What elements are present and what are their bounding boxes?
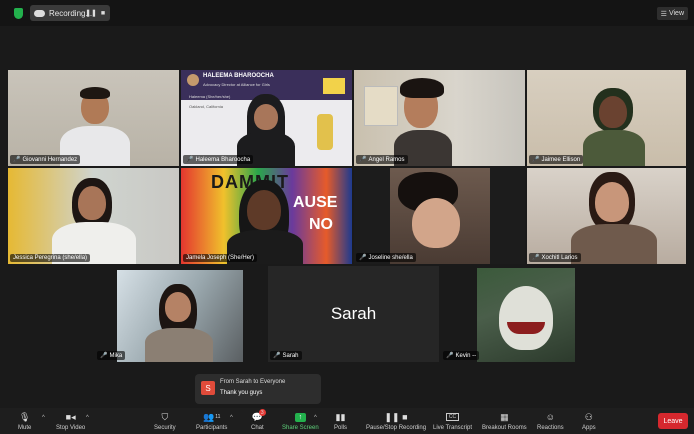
- meeting-top-bar: Recording... ❚❚ ■ ☰ View: [0, 0, 694, 26]
- chat-badge: 3: [258, 409, 266, 416]
- video-tile[interactable]: 🎤 Giovanni Hernandez: [8, 70, 179, 166]
- reactions-button[interactable]: ☺ Reactions: [537, 411, 564, 431]
- mic-muted-icon: 🎤: [273, 353, 281, 359]
- view-button[interactable]: ☰ View: [656, 7, 688, 20]
- share-options-chevron-icon[interactable]: ^: [314, 415, 317, 421]
- view-label: View: [668, 10, 684, 17]
- video-tile-active-speaker[interactable]: Jessica Peregrina (she/ella): [8, 168, 179, 264]
- mural-text: AUSE: [293, 194, 338, 211]
- mic-muted-icon: 🎤: [359, 157, 367, 163]
- leave-button[interactable]: Leave: [658, 413, 688, 429]
- mic-muted-icon: 🎤: [13, 157, 21, 163]
- participant-name: Kevin --: [455, 352, 477, 359]
- audio-options-chevron-icon[interactable]: ^: [42, 415, 45, 421]
- video-options-chevron-icon[interactable]: ^: [86, 415, 89, 421]
- participant-name-tag: 🎤 Haleema Bharoocha: [183, 155, 254, 164]
- mic-muted-icon: 🎤: [359, 255, 367, 261]
- chat-message: Thank you guys: [220, 390, 263, 396]
- meeting-toolbar: 🎙 Mute ^ ■◂ Stop Video ^ ⛉ Security 👥 11 …: [0, 408, 694, 434]
- participants-options-chevron-icon[interactable]: ^: [230, 415, 233, 421]
- participant-name: Giovanni Hernandez: [22, 156, 78, 163]
- participant-name: Sarah: [282, 352, 299, 359]
- participant-name: Jaimee Ellison: [541, 156, 581, 163]
- participant-name: Mika: [109, 352, 123, 359]
- avatar: [187, 74, 199, 86]
- chat-bubble-icon: 💬 3: [252, 409, 266, 423]
- video-tile[interactable]: DAMMIT AUSE NO Jamela Joseph (She/Her): [181, 168, 352, 264]
- live-transcript-button[interactable]: CC Live Transcript: [433, 411, 472, 431]
- stop-video-button[interactable]: ■◂ Stop Video: [56, 411, 85, 432]
- grid-icon: ▦: [500, 411, 509, 422]
- logo: [323, 78, 345, 94]
- video-tile[interactable]: 🎤 Jaimee Ellison: [527, 70, 686, 166]
- participant-name: Jamela Joseph (She/Her): [186, 255, 255, 261]
- smiley-icon: ☺: [545, 412, 555, 422]
- people-icon: 👥 11: [202, 411, 221, 422]
- apps-icon: ⚇: [584, 411, 593, 422]
- mic-muted-icon: 🎤: [186, 157, 194, 163]
- cloud-icon: [34, 9, 45, 17]
- participant-name: Angel Ramos: [368, 156, 405, 163]
- participant-name: Haleema Bharoocha: [195, 156, 251, 163]
- participant-name-tag: 🎤 Giovanni Hernandez: [10, 155, 81, 164]
- participant-name: Xochitl Larios: [541, 254, 578, 261]
- card-title: Advocacy Director at Alliance for Girls: [203, 82, 270, 87]
- video-tile[interactable]: 🎤 Mika: [95, 266, 266, 362]
- participant-name-tag: 🎤 Angel Ramos: [356, 155, 408, 164]
- participant-name-tag: 🎤 Xochitl Larios: [529, 253, 581, 262]
- card-pronouns: Haleema (She/her/she): [189, 94, 231, 99]
- share-screen-icon: ↑: [294, 412, 306, 422]
- video-camera-icon: ■◂: [65, 411, 76, 422]
- closed-caption-icon: CC: [445, 413, 460, 421]
- mic-muted-icon: 🎤: [446, 353, 454, 359]
- participant-name-tag: Jessica Peregrina (she/ella): [10, 254, 91, 262]
- participants-button[interactable]: 👥 11 Participants: [196, 411, 227, 432]
- participant-name-tag: Jamela Joseph (She/Her): [183, 254, 258, 262]
- card-name: HALEEMA BHAROOCHA: [203, 73, 274, 79]
- mic-muted-icon: 🎤: [100, 353, 108, 359]
- microphone-icon: 🎙: [18, 411, 31, 422]
- mute-button[interactable]: 🎙 Mute: [18, 411, 31, 432]
- chat-notification[interactable]: S From Sarah to Everyone Thank you guys: [195, 374, 321, 404]
- mic-muted-icon: 🎤: [532, 255, 540, 261]
- polls-button[interactable]: ▮▮ Polls: [334, 411, 347, 432]
- participants-count: 11: [215, 414, 221, 420]
- participant-name: Joseline she/ella: [368, 254, 413, 261]
- chat-sender: From Sarah to Everyone: [220, 379, 286, 385]
- apps-button[interactable]: ⚇ Apps: [582, 411, 596, 432]
- participant-name-tag: 🎤 Sarah: [270, 351, 302, 360]
- security-shield-icon[interactable]: [14, 8, 23, 19]
- avatar: S: [201, 381, 215, 395]
- shield-icon: ⛉: [161, 411, 169, 422]
- video-tile[interactable]: HALEEMA BHAROOCHA Advocacy Director at A…: [181, 70, 352, 166]
- video-tile[interactable]: 🎤 Angel Ramos: [354, 70, 525, 166]
- pause-stop-recording-button[interactable]: ❚❚ ■ Pause/Stop Recording: [366, 411, 426, 432]
- stop-recording-icon[interactable]: ■: [96, 5, 110, 21]
- video-tile[interactable]: 🎤 Joseline she/ella: [354, 168, 525, 264]
- video-tile[interactable]: 🎤 Kevin --: [441, 266, 612, 362]
- grid-icon: ☰: [660, 10, 667, 18]
- chat-button[interactable]: 💬 3 Chat: [251, 409, 266, 431]
- participant-name-tag: 🎤 Mika: [97, 351, 126, 360]
- participant-name-tag: 🎤 Jaimee Ellison: [529, 155, 584, 164]
- card-location: Oakland, California: [189, 104, 224, 109]
- pause-stop-icon: ❚❚ ■: [384, 411, 408, 422]
- participant-name-tag: 🎤 Kevin --: [443, 351, 480, 360]
- bar-chart-icon: ▮▮: [335, 411, 346, 422]
- video-tile[interactable]: 🎤 Xochitl Larios: [527, 168, 686, 264]
- participant-name-tag: 🎤 Joseline she/ella: [356, 253, 416, 262]
- illustration: [317, 114, 333, 150]
- participant-name: Jessica Peregrina (she/ella): [13, 255, 88, 261]
- participant-display-name: Sarah: [330, 304, 377, 323]
- breakout-rooms-button[interactable]: ▦ Breakout Rooms: [482, 411, 527, 432]
- security-button[interactable]: ⛉ Security: [154, 411, 176, 432]
- share-screen-button[interactable]: ↑ Share Screen: [282, 411, 319, 431]
- video-tile-camera-off[interactable]: Sarah 🎤 Sarah: [268, 266, 439, 362]
- mural-text: NO: [309, 216, 333, 233]
- mic-muted-icon: 🎤: [532, 157, 540, 163]
